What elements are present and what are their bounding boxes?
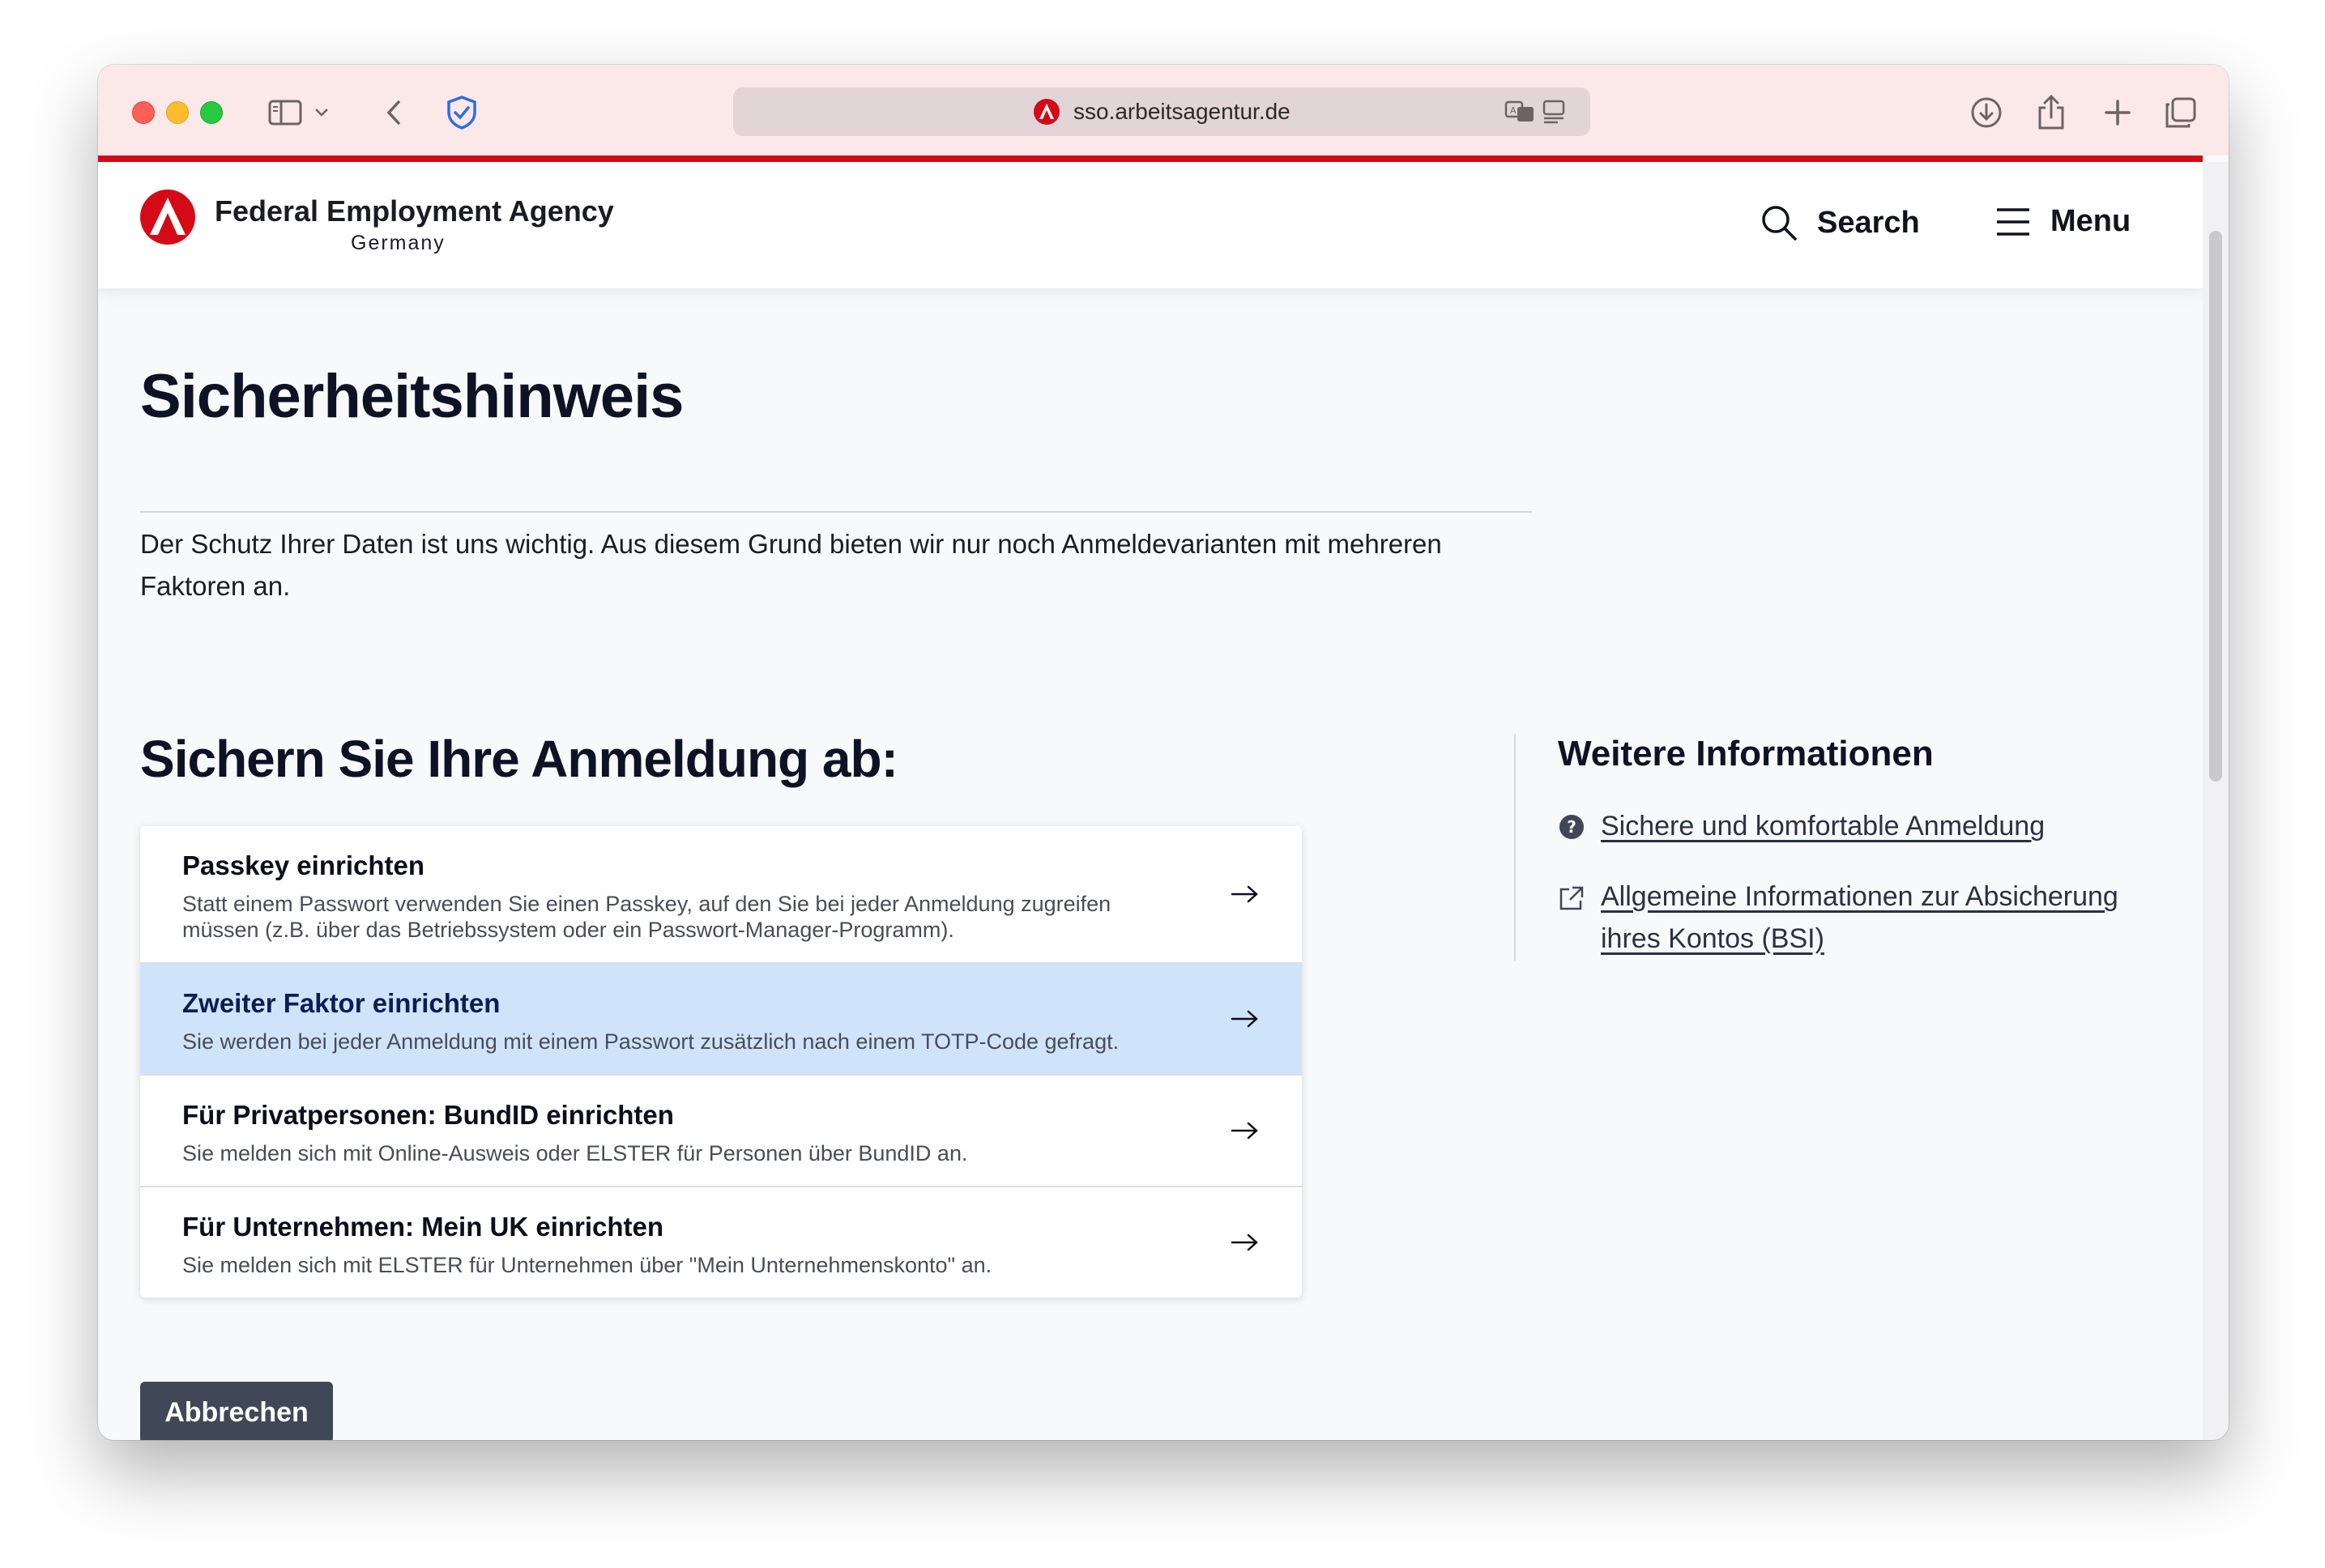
option-title: Zweiter Faktor einrichten: [182, 988, 501, 1018]
page-content: Federal Employment Agency Germany Search…: [98, 162, 2203, 1440]
brand-country: Germany: [351, 232, 446, 254]
url-text: sso.arbeitsagentur.de: [1073, 99, 1290, 124]
option-bundid[interactable]: Für Privatpersonen: BundID einrichten Si…: [140, 1076, 1302, 1187]
option-description: Sie melden sich mit Online-Ausweis oder …: [182, 1141, 968, 1165]
option-title: Für Unternehmen: Mein UK einrichten: [182, 1212, 664, 1242]
option-mein-uk[interactable]: Für Unternehmen: Mein UK einrichten Sie …: [140, 1187, 1302, 1297]
option-description: Statt einem Passwort verwenden Sie einen…: [182, 892, 1111, 942]
share-icon[interactable]: [2033, 94, 2070, 131]
arrow-right-icon: [1231, 1122, 1258, 1140]
site-header: Federal Employment Agency Germany Search…: [98, 162, 2203, 288]
agency-logo-icon[interactable]: [139, 188, 197, 246]
intro-text: Der Schutz Ihrer Daten ist uns wichtig. …: [140, 529, 1442, 601]
download-icon[interactable]: [1968, 94, 2005, 131]
browser-toolbar: sso.arbeitsagentur.de A: [98, 65, 2229, 156]
option-title: Passkey einrichten: [182, 850, 424, 880]
arrow-right-icon: [1231, 1234, 1258, 1251]
shield-check-icon[interactable]: [443, 94, 480, 131]
browser-window: sso.arbeitsagentur.de A Federal Employme…: [98, 65, 2229, 1440]
site-logo-icon: [1034, 99, 1060, 125]
brand-name[interactable]: Federal Employment Agency: [215, 194, 614, 228]
sidebar-toggle-icon[interactable]: [267, 94, 304, 131]
brand-red-line: [98, 156, 2203, 162]
search-button[interactable]: Search: [1760, 204, 1920, 241]
link-secure-login[interactable]: Sichere und komfortable Anmeldung: [1601, 805, 2152, 847]
option-second-factor[interactable]: Zweiter Faktor einrichten Sie werden bei…: [140, 964, 1302, 1076]
svg-text:?: ?: [1567, 817, 1576, 837]
minimize-window-button[interactable]: [166, 101, 189, 124]
external-link-icon: [1559, 886, 1584, 910]
search-icon: [1762, 206, 1797, 241]
scrollbar-thumb[interactable]: [2209, 231, 2222, 782]
link-bsi-information[interactable]: Allgemeine Informationen zur Absicherung…: [1601, 876, 2168, 960]
question-circle-icon: ?: [1559, 815, 1584, 839]
option-description: Sie werden bei jeder Anmeldung mit einem…: [182, 1029, 1120, 1054]
arrow-right-icon: [1231, 1010, 1258, 1028]
tab-overview-icon[interactable]: [2162, 94, 2199, 131]
sidebar-divider: [1514, 734, 1516, 961]
zoom-window-button[interactable]: [200, 101, 223, 124]
translate-icon[interactable]: A: [1504, 99, 1537, 125]
menu-label: Menu: [2050, 204, 2131, 238]
svg-text:A: A: [1510, 105, 1517, 116]
menu-button[interactable]: Menu: [1995, 204, 2131, 239]
reader-mode-icon[interactable]: [1542, 99, 1566, 125]
chevron-down-icon[interactable]: [312, 94, 331, 131]
title-divider: [140, 511, 1532, 513]
option-passkey[interactable]: Passkey einrichten Statt einem Passwort …: [140, 826, 1302, 964]
new-tab-plus-icon[interactable]: [2099, 94, 2136, 131]
address-bar[interactable]: sso.arbeitsagentur.de A: [733, 87, 1590, 136]
sidebar-title: Weitere Informationen: [1558, 734, 1934, 773]
cancel-button[interactable]: Abbrechen: [140, 1382, 333, 1440]
hamburger-menu-icon: [1997, 207, 2029, 236]
arrow-right-icon: [1231, 885, 1258, 903]
back-arrow-icon[interactable]: [375, 94, 412, 131]
search-label: Search: [1817, 205, 1920, 240]
section-title: Sichern Sie Ihre Anmeldung ab:: [140, 730, 898, 788]
close-window-button[interactable]: [132, 101, 155, 124]
option-description: Sie melden sich mit ELSTER für Unternehm…: [182, 1253, 992, 1277]
login-options-list: Passkey einrichten Statt einem Passwort …: [140, 826, 1302, 1297]
page-title: Sicherheitshinweis: [140, 362, 684, 431]
option-title: Für Privatpersonen: BundID einrichten: [182, 1100, 674, 1130]
